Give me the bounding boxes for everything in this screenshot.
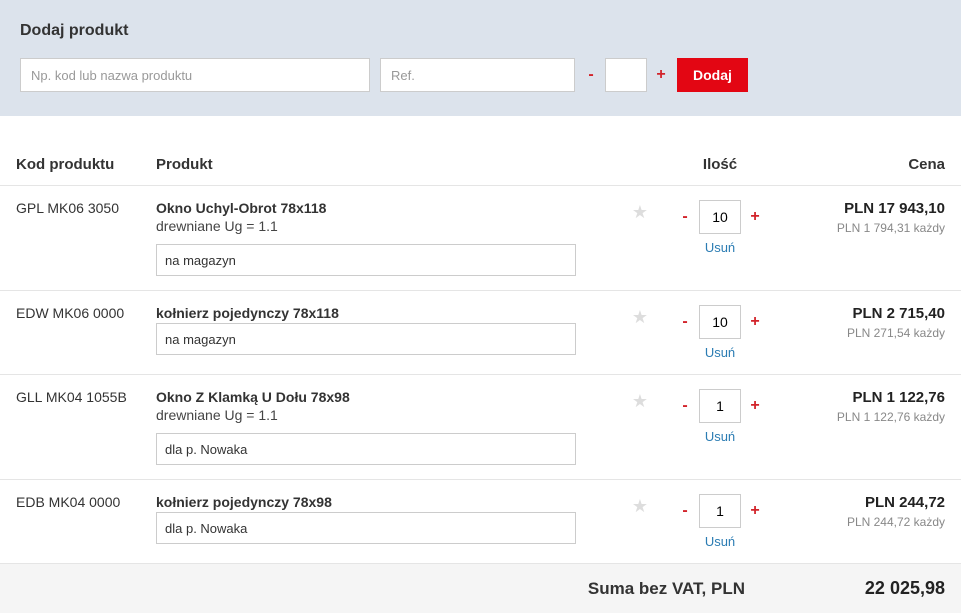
footer-total: 22 025,98: [785, 578, 945, 599]
add-button[interactable]: Dodaj: [677, 58, 748, 92]
qty-plus-button[interactable]: +: [655, 66, 667, 84]
price-main: PLN 244,72: [785, 494, 945, 511]
qty-wrap: - +: [655, 305, 785, 339]
row-code: GPL MK06 3050: [16, 200, 156, 216]
favorite-star-icon[interactable]: ★: [632, 202, 648, 222]
qty-wrap: - +: [655, 389, 785, 423]
favorite-star-icon[interactable]: ★: [632, 391, 648, 411]
products-table: Kod produktu Produkt Ilość Cena GPL MK06…: [0, 144, 961, 613]
product-desc: drewniane Ug = 1.1: [156, 218, 615, 234]
remove-link[interactable]: Usuń: [655, 429, 785, 444]
product-note-input[interactable]: [156, 244, 576, 276]
footer-label: Suma bez VAT, PLN: [16, 579, 785, 599]
row-code: EDB MK04 0000: [16, 494, 156, 510]
header-price: Cena: [785, 156, 945, 173]
row-price: PLN 2 715,40 PLN 271,54 każdy: [785, 305, 945, 340]
row-price: PLN 17 943,10 PLN 1 794,31 każdy: [785, 200, 945, 235]
add-panel-title: Dodaj produkt: [20, 22, 941, 40]
qty-minus-button[interactable]: -: [679, 208, 691, 226]
product-desc: drewniane Ug = 1.1: [156, 407, 615, 423]
product-note-input[interactable]: [156, 512, 576, 544]
ref-input[interactable]: [380, 58, 575, 92]
qty-plus-button[interactable]: +: [749, 208, 761, 226]
row-qty: - + Usuń: [655, 305, 785, 360]
product-search-input[interactable]: [20, 58, 370, 92]
qty-plus-button[interactable]: +: [749, 313, 761, 331]
product-note-input[interactable]: [156, 433, 576, 465]
qty-minus-button[interactable]: -: [585, 66, 597, 84]
row-price: PLN 1 122,76 PLN 1 122,76 każdy: [785, 389, 945, 424]
table-row: GPL MK06 3050 Okno Uchyl-Obrot 78x118 dr…: [0, 186, 961, 291]
add-qty-input[interactable]: [605, 58, 647, 92]
row-star: ★: [625, 200, 655, 223]
qty-plus-button[interactable]: +: [749, 397, 761, 415]
header-qty: Ilość: [655, 156, 785, 173]
qty-wrap: - +: [655, 494, 785, 528]
table-header: Kod produktu Produkt Ilość Cena: [0, 144, 961, 186]
header-code: Kod produktu: [16, 156, 156, 173]
table-row: EDW MK06 0000 kołnierz pojedynczy 78x118…: [0, 291, 961, 375]
row-qty-input[interactable]: [699, 305, 741, 339]
row-qty-input[interactable]: [699, 200, 741, 234]
product-name: Okno Z Klamką U Dołu 78x98: [156, 389, 615, 405]
price-main: PLN 17 943,10: [785, 200, 945, 217]
header-product: Produkt: [156, 156, 625, 173]
row-qty-input[interactable]: [699, 389, 741, 423]
row-product: kołnierz pojedynczy 78x98: [156, 494, 625, 544]
row-qty: - + Usuń: [655, 389, 785, 444]
table-row: GLL MK04 1055B Okno Z Klamką U Dołu 78x9…: [0, 375, 961, 480]
row-star: ★: [625, 305, 655, 328]
product-note-input[interactable]: [156, 323, 576, 355]
price-each: PLN 244,72 każdy: [785, 515, 945, 529]
remove-link[interactable]: Usuń: [655, 345, 785, 360]
favorite-star-icon[interactable]: ★: [632, 307, 648, 327]
table-footer: Suma bez VAT, PLN 22 025,98: [0, 564, 961, 613]
row-price: PLN 244,72 PLN 244,72 każdy: [785, 494, 945, 529]
row-star: ★: [625, 389, 655, 412]
price-main: PLN 2 715,40: [785, 305, 945, 322]
price-main: PLN 1 122,76: [785, 389, 945, 406]
price-each: PLN 1 794,31 każdy: [785, 221, 945, 235]
product-name: kołnierz pojedynczy 78x118: [156, 305, 615, 321]
row-product: Okno Uchyl-Obrot 78x118 drewniane Ug = 1…: [156, 200, 625, 276]
qty-minus-button[interactable]: -: [679, 313, 691, 331]
header-star: [625, 156, 655, 158]
row-product: kołnierz pojedynczy 78x118: [156, 305, 625, 355]
row-code: GLL MK04 1055B: [16, 389, 156, 405]
qty-minus-button[interactable]: -: [679, 397, 691, 415]
row-qty: - + Usuń: [655, 494, 785, 549]
row-qty-input[interactable]: [699, 494, 741, 528]
add-qty-box: - +: [585, 58, 667, 92]
remove-link[interactable]: Usuń: [655, 534, 785, 549]
price-each: PLN 1 122,76 każdy: [785, 410, 945, 424]
favorite-star-icon[interactable]: ★: [632, 496, 648, 516]
qty-wrap: - +: [655, 200, 785, 234]
add-product-row: - + Dodaj: [20, 58, 941, 92]
product-name: kołnierz pojedynczy 78x98: [156, 494, 615, 510]
price-each: PLN 271,54 każdy: [785, 326, 945, 340]
qty-plus-button[interactable]: +: [749, 502, 761, 520]
product-name: Okno Uchyl-Obrot 78x118: [156, 200, 615, 216]
add-product-panel: Dodaj produkt - + Dodaj: [0, 0, 961, 116]
row-code: EDW MK06 0000: [16, 305, 156, 321]
remove-link[interactable]: Usuń: [655, 240, 785, 255]
qty-minus-button[interactable]: -: [679, 502, 691, 520]
row-product: Okno Z Klamką U Dołu 78x98 drewniane Ug …: [156, 389, 625, 465]
table-row: EDB MK04 0000 kołnierz pojedynczy 78x98 …: [0, 480, 961, 564]
row-qty: - + Usuń: [655, 200, 785, 255]
row-star: ★: [625, 494, 655, 517]
